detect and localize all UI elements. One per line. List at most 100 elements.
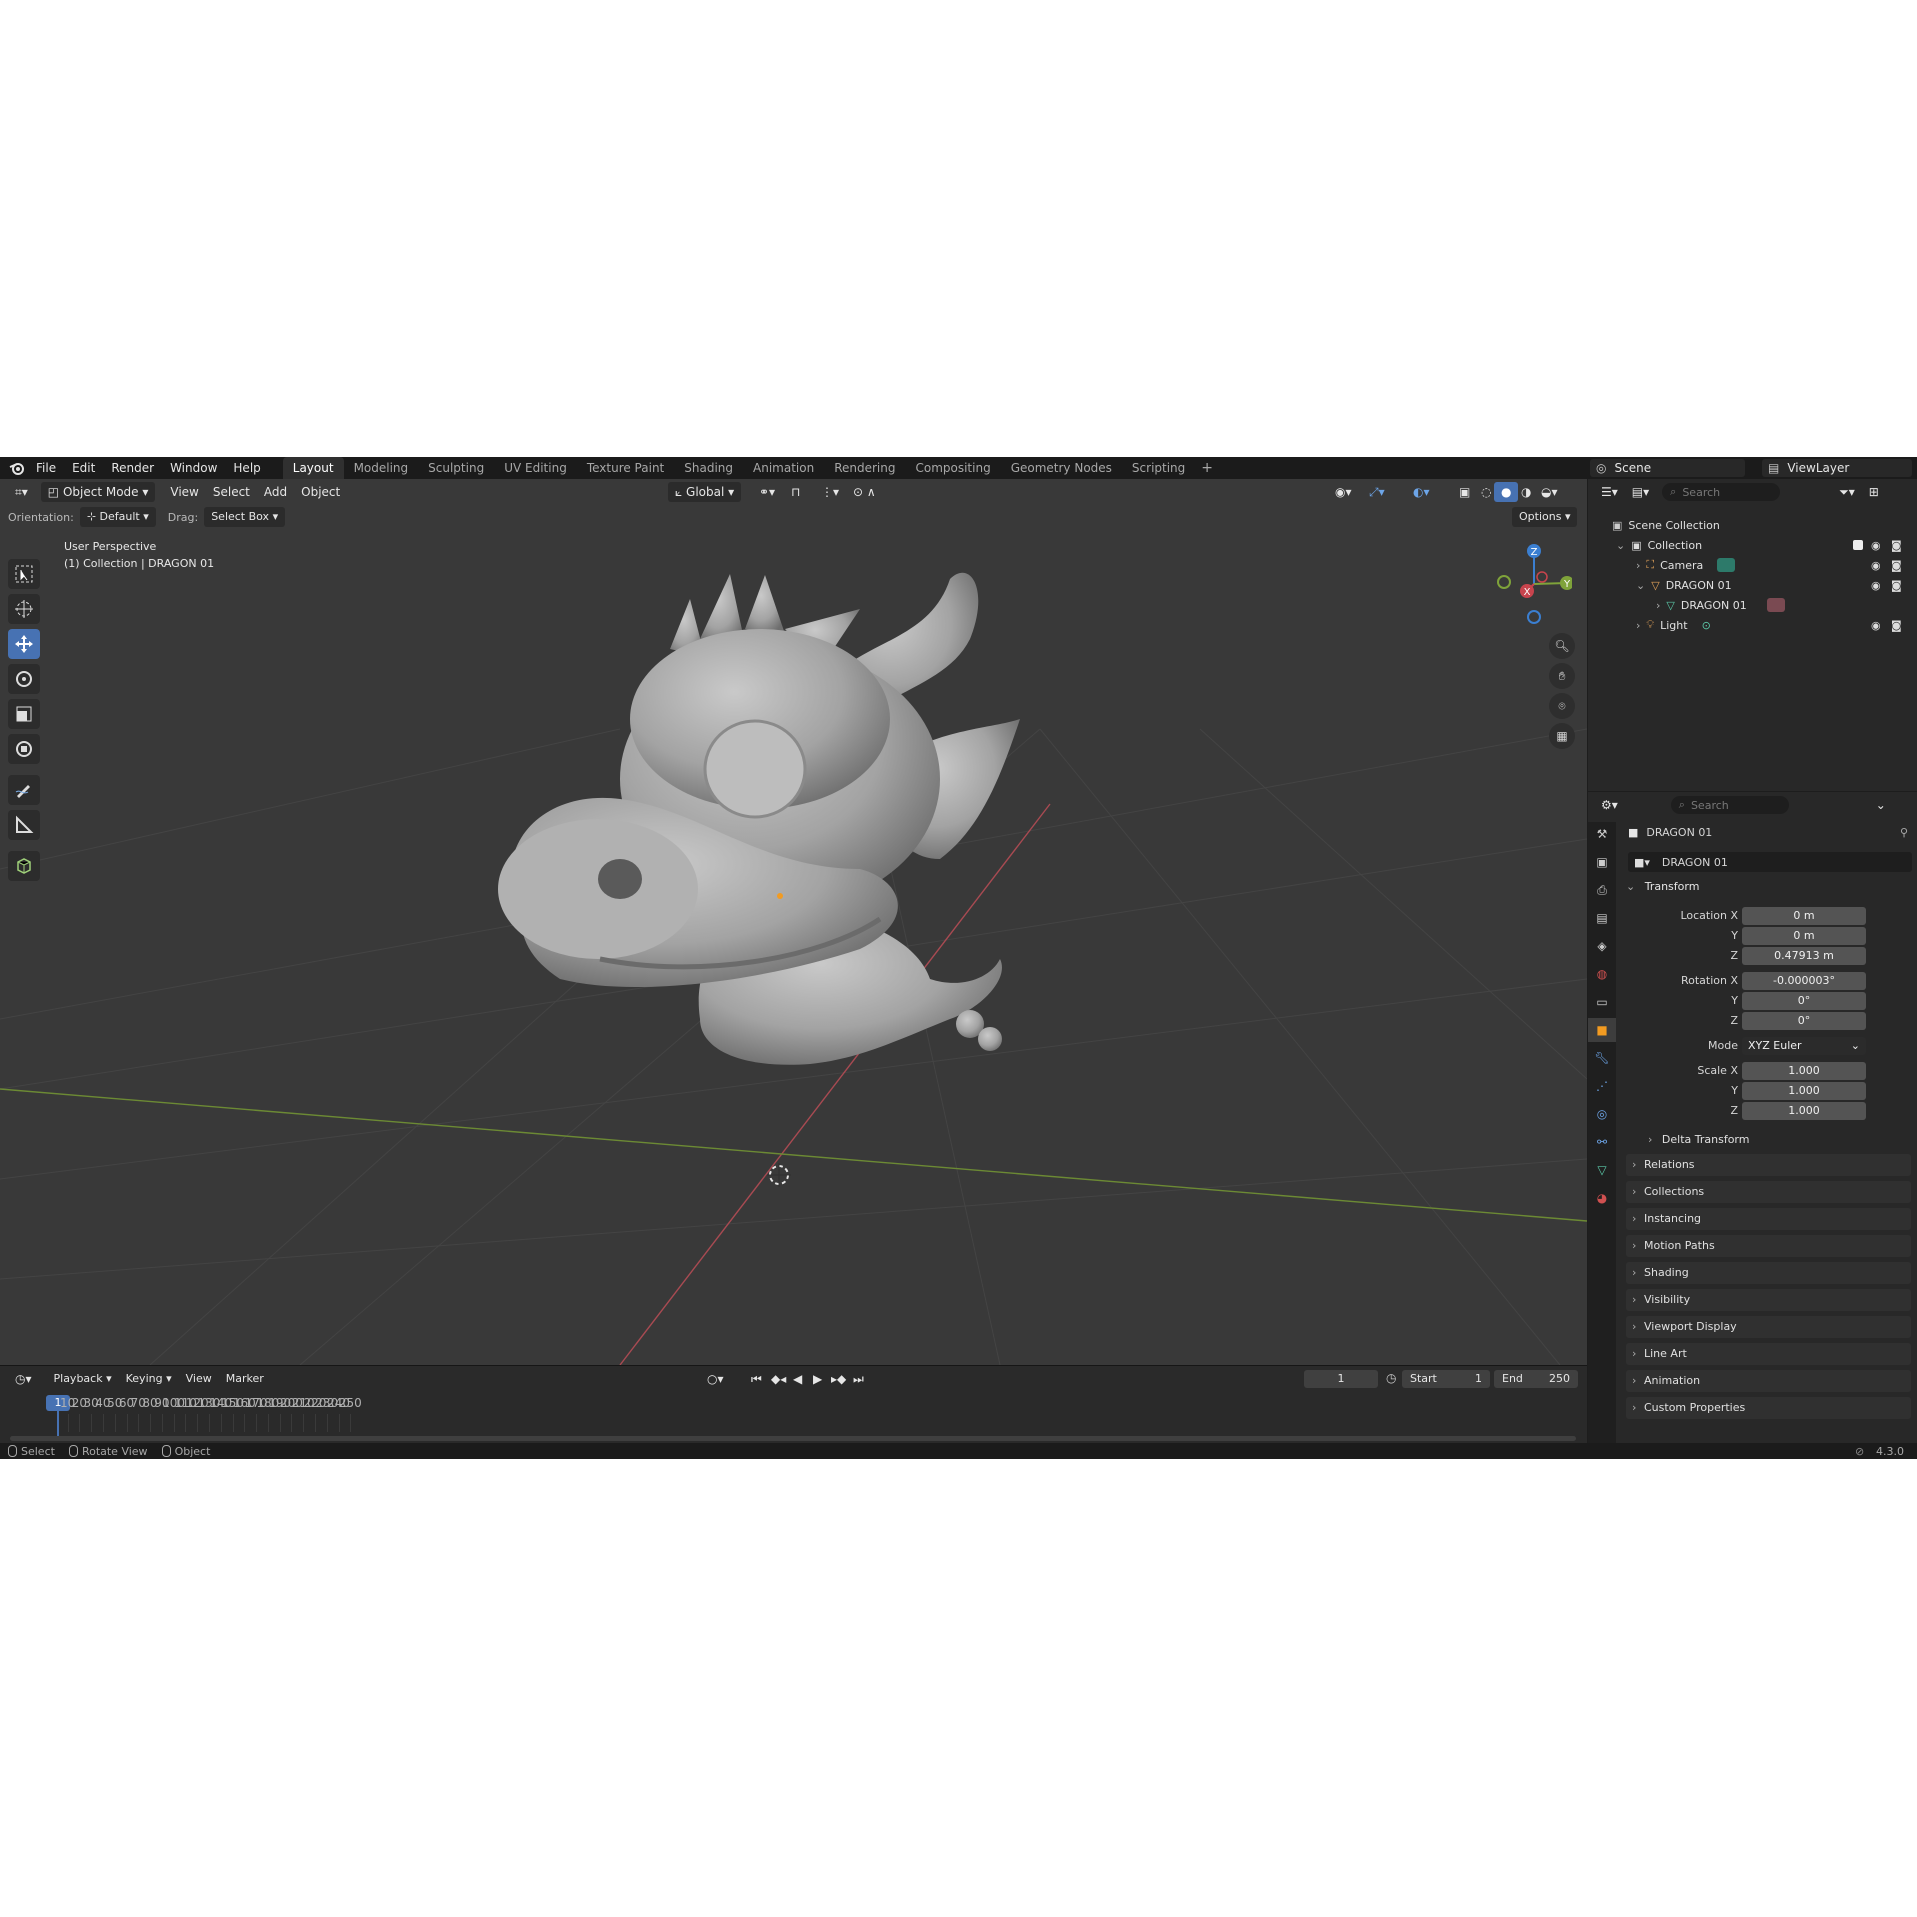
display-mode-icon[interactable]: ▤▾ bbox=[1625, 482, 1656, 502]
tab-rendering[interactable]: Rendering bbox=[824, 457, 905, 479]
properties-editor-type-icon[interactable]: ⚙▾ bbox=[1594, 795, 1625, 815]
add-cube-tool[interactable] bbox=[8, 851, 40, 881]
visibility-eye-icon[interactable]: ◉ bbox=[1871, 619, 1881, 632]
visibility-icon[interactable]: ◉▾ bbox=[1328, 482, 1359, 502]
menu-object[interactable]: Object bbox=[294, 482, 347, 502]
material-tab-icon[interactable]: ◕ bbox=[1588, 1186, 1616, 1210]
new-collection-icon[interactable]: ⊞ bbox=[1862, 482, 1886, 502]
delta-transform-subpanel[interactable]: › Delta Transform bbox=[1648, 1133, 1749, 1146]
panel-instancing[interactable]: Instancing bbox=[1626, 1208, 1911, 1230]
properties-options-icon[interactable]: ⌄ bbox=[1869, 795, 1893, 815]
pivot-icon[interactable]: ⚭▾ bbox=[752, 482, 782, 502]
tab-animation[interactable]: Animation bbox=[743, 457, 824, 479]
menu-help[interactable]: Help bbox=[225, 457, 268, 479]
end-frame-field[interactable]: End 250 bbox=[1494, 1370, 1578, 1388]
outliner-editor-type-icon[interactable]: ☰▾ bbox=[1594, 482, 1625, 502]
panel-custom-properties[interactable]: Custom Properties bbox=[1626, 1397, 1911, 1419]
collapse-chevron-icon[interactable]: › bbox=[1636, 619, 1640, 632]
snap-icon[interactable]: ⊓ bbox=[784, 482, 807, 502]
scale-y-field[interactable]: 1.000 bbox=[1742, 1082, 1866, 1100]
shading-rendered-icon[interactable]: ◒▾ bbox=[1534, 482, 1565, 502]
gizmo-neg-y-icon[interactable] bbox=[1497, 575, 1511, 589]
timeline-editor-type-icon[interactable]: ◷▾ bbox=[8, 1369, 39, 1389]
transform-tool[interactable] bbox=[8, 734, 40, 764]
auto-keying-icon[interactable]: ○▾ bbox=[700, 1369, 731, 1389]
modifier-tab-icon[interactable]: 🔧︎ bbox=[1588, 1046, 1616, 1070]
physics-tab-icon[interactable]: ◎ bbox=[1588, 1102, 1616, 1126]
menu-edit[interactable]: Edit bbox=[64, 457, 103, 479]
mode-dropdown[interactable]: ◰ Object Mode ▾ bbox=[40, 482, 156, 502]
visibility-eye-icon[interactable]: ◉ bbox=[1871, 539, 1881, 552]
menu-keying[interactable]: Keying ▾ bbox=[119, 1369, 179, 1389]
menu-file[interactable]: File bbox=[28, 457, 64, 479]
snap-target-icon[interactable]: ⋮▾ bbox=[814, 482, 846, 502]
tool-tab-icon[interactable]: ⚒ bbox=[1588, 822, 1616, 846]
rotation-y-field[interactable]: 0° bbox=[1742, 992, 1866, 1010]
constraints-tab-icon[interactable]: ⚯ bbox=[1588, 1130, 1616, 1154]
render-camera-icon[interactable]: ◙ bbox=[1891, 559, 1902, 572]
menu-marker[interactable]: Marker bbox=[219, 1369, 271, 1389]
outliner-search-field[interactable]: ⌕ Search bbox=[1662, 483, 1781, 501]
tab-uv-editing[interactable]: UV Editing bbox=[494, 457, 577, 479]
current-frame-field[interactable]: 1 bbox=[1304, 1370, 1378, 1388]
panel-shading[interactable]: Shading bbox=[1626, 1262, 1911, 1284]
move-tool[interactable] bbox=[8, 629, 40, 659]
menu-timeline-view[interactable]: View bbox=[179, 1369, 219, 1389]
timeline-scrollbar[interactable] bbox=[10, 1436, 1576, 1441]
particles-tab-icon[interactable]: ⋰ bbox=[1588, 1074, 1616, 1098]
3d-cursor-icon[interactable] bbox=[767, 1163, 791, 1187]
pin-icon[interactable]: ⚲ bbox=[1900, 826, 1908, 839]
collapse-chevron-icon[interactable]: › bbox=[1636, 559, 1640, 572]
expand-chevron-icon[interactable]: ⌄ bbox=[1636, 579, 1645, 592]
object-name-field[interactable]: ■▾ DRAGON 01 bbox=[1628, 852, 1912, 872]
start-frame-field[interactable]: Start 1 bbox=[1402, 1370, 1490, 1388]
tab-layout[interactable]: Layout bbox=[282, 457, 344, 479]
menu-add[interactable]: Add bbox=[257, 482, 294, 502]
outliner-row-collection[interactable]: ⌄ ▣ Collection ◉ ◙ bbox=[1588, 535, 1917, 555]
render-camera-icon[interactable]: ◙ bbox=[1891, 619, 1902, 632]
rotation-z-field[interactable]: 0° bbox=[1742, 1012, 1866, 1030]
panel-relations[interactable]: Relations bbox=[1626, 1154, 1911, 1176]
visibility-eye-icon[interactable]: ◉ bbox=[1871, 559, 1881, 572]
tab-compositing[interactable]: Compositing bbox=[905, 457, 1000, 479]
panel-collections[interactable]: Collections bbox=[1626, 1181, 1911, 1203]
drag-select-box-dropdown[interactable]: Select Box ▾ bbox=[204, 507, 286, 527]
menu-view[interactable]: View bbox=[163, 482, 205, 502]
output-tab-icon[interactable]: ⎙ bbox=[1588, 878, 1616, 902]
cursor-tool[interactable] bbox=[8, 594, 40, 624]
view-layer-selector[interactable]: ▤ ViewLayer bbox=[1762, 459, 1912, 477]
zoom-icon[interactable]: 🔍︎ bbox=[1549, 633, 1575, 659]
world-tab-icon[interactable]: ◍ bbox=[1588, 962, 1616, 986]
location-z-field[interactable]: 0.47913 m bbox=[1742, 947, 1866, 965]
add-workspace-icon[interactable]: + bbox=[1195, 460, 1219, 476]
panel-animation[interactable]: Animation bbox=[1626, 1370, 1911, 1392]
object-browse-icon[interactable]: ■▾ bbox=[1634, 856, 1650, 869]
outliner-row-dragon-mesh[interactable]: › ▽ DRAGON 01 bbox=[1588, 595, 1917, 615]
scale-z-field[interactable]: 1.000 bbox=[1742, 1102, 1866, 1120]
expand-chevron-icon[interactable]: ⌄ bbox=[1616, 539, 1625, 552]
outliner-row-scene-collection[interactable]: ▣ Scene Collection bbox=[1588, 515, 1917, 535]
proportional-edit-icon[interactable]: ⊙ ∧ bbox=[846, 482, 883, 502]
outliner[interactable]: ☰▾ ▤▾ ⌕ Search ⏷▾ ⊞ ▣ Scene Collection ⌄… bbox=[1588, 479, 1917, 791]
camera-view-icon[interactable]: ⌾ bbox=[1549, 693, 1575, 719]
timeline-editor[interactable]: ◷▾ Playback ▾ Keying ▾ View Marker ○▾ ⏮ … bbox=[0, 1365, 1587, 1443]
render-camera-icon[interactable]: ◙ bbox=[1891, 539, 1902, 552]
rotate-tool[interactable] bbox=[8, 664, 40, 694]
3d-viewport[interactable]: ⌗▾ ◰ Object Mode ▾ View Select Add Objec… bbox=[0, 479, 1587, 1365]
light-data-icon[interactable]: ⊙ bbox=[1702, 619, 1711, 632]
dragon-model[interactable] bbox=[498, 572, 1020, 1065]
exclude-checkbox-icon[interactable] bbox=[1853, 540, 1863, 550]
outliner-row-camera[interactable]: › ⛶ Camera ◉ ◙ bbox=[1588, 555, 1917, 575]
location-y-field[interactable]: 0 m bbox=[1742, 927, 1866, 945]
gizmo-toggle-icon[interactable]: ⤢▾ bbox=[1362, 482, 1392, 502]
view-layer-tab-icon[interactable]: ▤ bbox=[1588, 906, 1616, 930]
tab-sculpting[interactable]: Sculpting bbox=[418, 457, 494, 479]
editor-type-icon[interactable]: ⌗▾ bbox=[8, 482, 35, 502]
object-tab-icon[interactable]: ■ bbox=[1588, 1018, 1616, 1042]
render-camera-icon[interactable]: ◙ bbox=[1891, 579, 1902, 592]
material-icon[interactable] bbox=[1766, 598, 1785, 612]
properties-editor[interactable]: ⚙▾ ⌕ Search ⌄ ⚒ ▣ ⎙ ▤ ◈ ◍ ▭ ■ 🔧︎ ⋰ ◎ ⚯ ▽… bbox=[1588, 792, 1917, 1443]
properties-search-field[interactable]: ⌕ Search bbox=[1670, 796, 1789, 814]
gizmo-neg-x-icon[interactable] bbox=[1536, 571, 1548, 583]
scene-selector[interactable]: ◎ Scene bbox=[1590, 459, 1745, 477]
